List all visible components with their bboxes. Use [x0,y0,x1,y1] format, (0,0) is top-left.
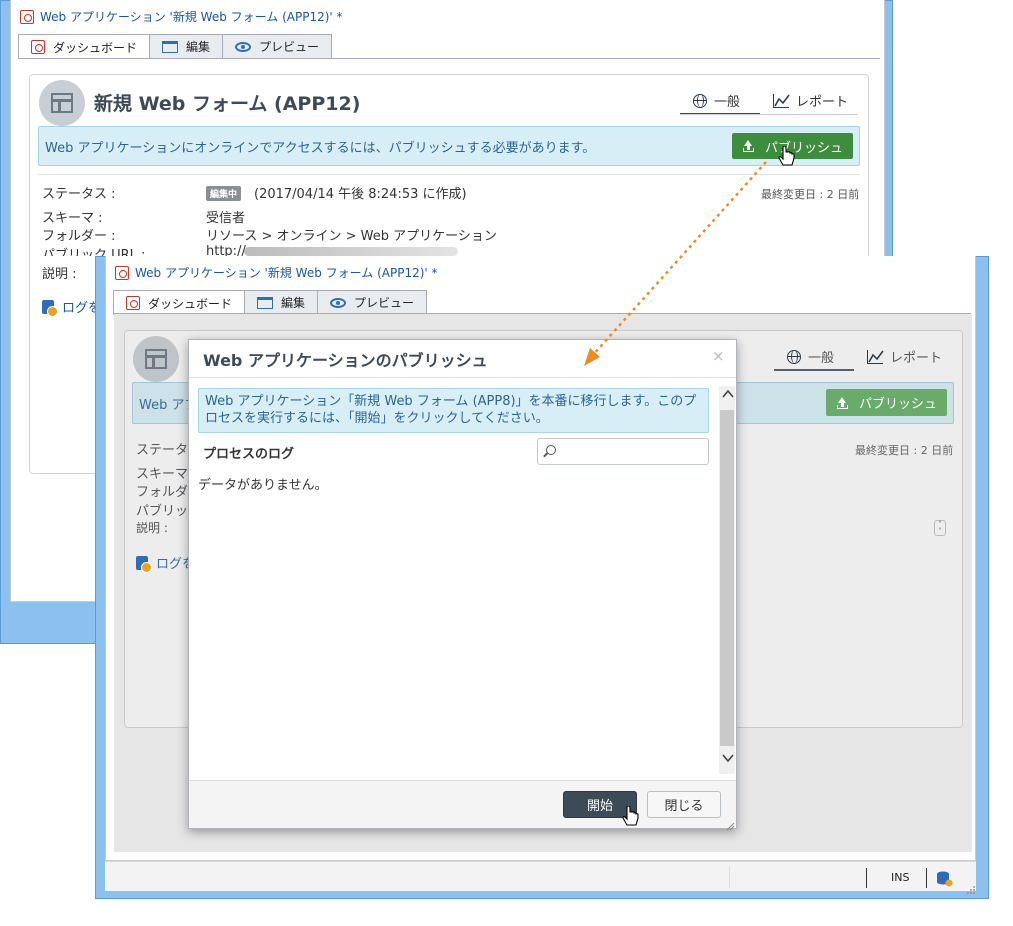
hand-cursor-icon [622,806,639,826]
connector-arrow [584,161,767,366]
hand-cursor-icon [778,146,795,166]
